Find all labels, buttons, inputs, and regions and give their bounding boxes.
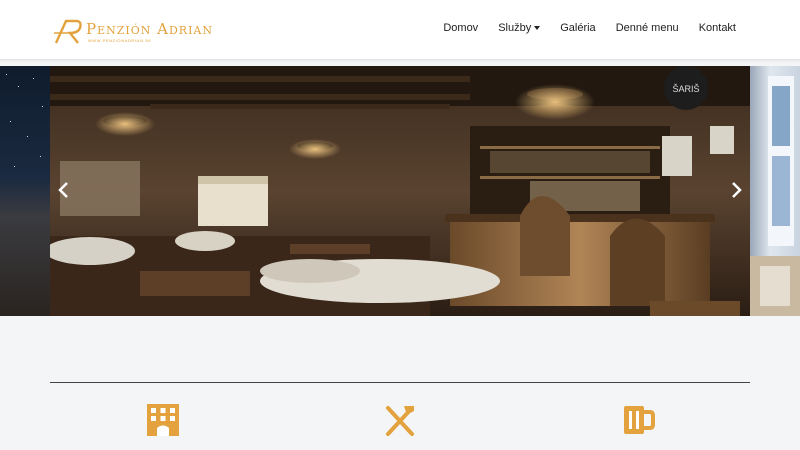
caret-down-icon <box>534 26 541 30</box>
beer-sign-text: ŠARIŠ <box>672 84 699 94</box>
nav-label: Denné menu <box>615 22 679 34</box>
brand-logo[interactable]: Penzión Adrian WWW.PENZIONADRIAN.SK <box>52 17 222 47</box>
nav-item-denne-menu[interactable]: Denné menu <box>616 22 679 34</box>
brand-title: Penzión Adrian <box>86 20 213 38</box>
nav-label: Domov <box>443 22 479 34</box>
site-header: Penzión Adrian WWW.PENZIONADRIAN.SK Domo… <box>0 0 800 60</box>
hotel-icon <box>147 404 179 436</box>
main-nav: Domov Služby Galéria Denné menu Kontakt <box>423 22 736 34</box>
image-carousel: ŠARIŠ <box>0 66 800 316</box>
nav-item-galeria[interactable]: Galéria <box>560 22 595 34</box>
logo-mark-icon <box>54 19 82 44</box>
nav-label: Kontakt <box>698 22 736 34</box>
cutlery-icon <box>386 406 414 436</box>
brand-subtitle: WWW.PENZIONADRIAN.SK <box>88 38 152 43</box>
nav-label: Služby <box>498 22 532 34</box>
beer-mug-icon <box>624 406 655 434</box>
carousel-prev-button[interactable] <box>50 176 78 204</box>
nav-item-kontakt[interactable]: Kontakt <box>699 22 736 34</box>
carousel-next-slide-peek <box>750 66 800 316</box>
nav-label: Galéria <box>560 22 596 34</box>
chevron-right-icon <box>732 182 742 198</box>
nav-item-domov[interactable]: Domov <box>443 22 478 34</box>
carousel-prev-slide-peek <box>0 66 50 316</box>
chevron-left-icon <box>58 182 68 198</box>
restaurant-interior-image: ŠARIŠ <box>50 66 750 316</box>
carousel-next-button[interactable] <box>722 176 750 204</box>
nav-item-sluzby[interactable]: Služby <box>498 22 541 34</box>
section-divider <box>50 382 750 383</box>
